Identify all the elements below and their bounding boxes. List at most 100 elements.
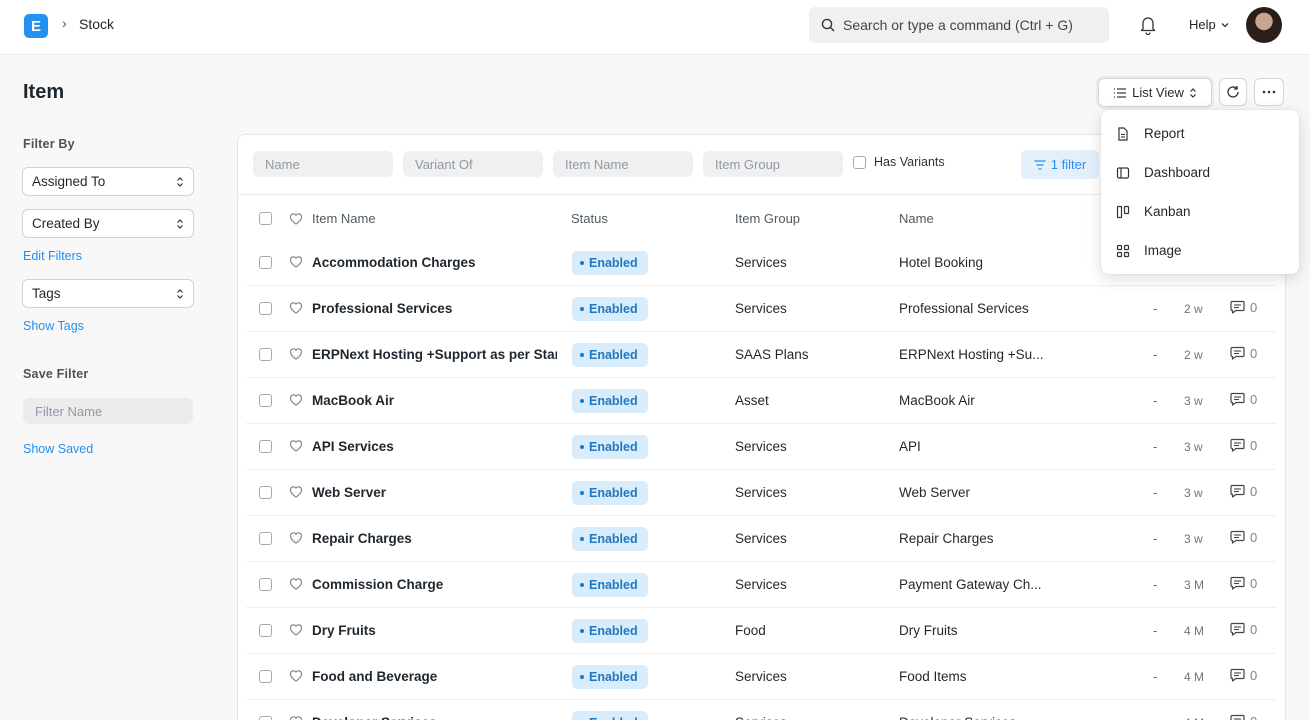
search-input[interactable] xyxy=(843,17,1103,33)
assigned-to-select[interactable]: Assigned To xyxy=(22,167,194,196)
menu-item-report[interactable]: Report xyxy=(1101,114,1299,153)
refresh-button[interactable] xyxy=(1219,78,1247,106)
created-by-select[interactable]: Created By xyxy=(22,209,194,238)
comment-icon[interactable] xyxy=(1230,668,1245,682)
row-checkbox[interactable] xyxy=(259,578,272,591)
row-checkbox[interactable] xyxy=(259,486,272,499)
column-header-name[interactable]: Name xyxy=(899,211,934,226)
table-row[interactable]: Web Server Enabled Services Web Server - 3 w 0 xyxy=(246,470,1276,516)
comment-count: 0 xyxy=(1250,530,1258,545)
comment-icon[interactable] xyxy=(1230,346,1245,360)
comment-icon[interactable] xyxy=(1230,530,1245,544)
item-name-link[interactable]: Commission Charge xyxy=(312,577,557,592)
table-row[interactable]: Professional Services Enabled Services Prof… xyxy=(246,286,1276,332)
status-badge: Enabled xyxy=(572,665,648,689)
kanban-icon xyxy=(1116,205,1130,218)
row-checkbox[interactable] xyxy=(259,716,272,720)
comment-icon[interactable] xyxy=(1230,714,1245,720)
item-group-cell: Services xyxy=(735,577,787,592)
table-row[interactable]: Repair Charges Enabled Services Repair Char… xyxy=(246,516,1276,562)
has-variants-filter[interactable]: Has Variants xyxy=(853,155,945,169)
row-checkbox[interactable] xyxy=(259,624,272,637)
comment-icon[interactable] xyxy=(1230,576,1245,590)
show-tags-link[interactable]: Show Tags xyxy=(23,319,84,333)
comment-icon[interactable] xyxy=(1230,484,1245,498)
app-logo[interactable]: E xyxy=(24,14,48,38)
row-checkbox[interactable] xyxy=(259,256,272,269)
table-row[interactable]: ERPNext Hosting +Support as per Standard… xyxy=(246,332,1276,378)
heart-icon[interactable] xyxy=(289,255,303,268)
item-name-link[interactable]: Dry Fruits xyxy=(312,623,557,638)
filter-button[interactable]: 1 filter xyxy=(1021,150,1099,179)
status-badge: Enabled xyxy=(572,343,648,367)
item-group-cell: Services xyxy=(735,485,787,500)
item-group-filter-input[interactable] xyxy=(703,151,843,177)
more-actions-button[interactable] xyxy=(1254,78,1284,106)
row-checkbox[interactable] xyxy=(259,348,272,361)
heart-icon[interactable] xyxy=(289,485,303,498)
modified-time: 4 M xyxy=(1184,716,1204,720)
item-name-link[interactable]: Repair Charges xyxy=(312,531,557,546)
item-name-link[interactable]: MacBook Air xyxy=(312,393,557,408)
item-name-link[interactable]: Developer Services xyxy=(312,715,557,720)
filter-name-input[interactable] xyxy=(23,398,193,424)
show-saved-link[interactable]: Show Saved xyxy=(23,442,93,456)
table-row[interactable]: Food and Beverage Enabled Services Food Ite… xyxy=(246,654,1276,700)
heart-icon[interactable] xyxy=(289,393,303,406)
select-all-checkbox[interactable] xyxy=(259,212,272,225)
table-row[interactable]: Commission Charge Enabled Services Payment … xyxy=(246,562,1276,608)
status-badge: Enabled xyxy=(572,481,648,505)
list-view-button[interactable]: List View xyxy=(1098,78,1212,107)
comment-icon[interactable] xyxy=(1230,300,1245,314)
row-checkbox[interactable] xyxy=(259,394,272,407)
table-row[interactable]: Dry Fruits Enabled Food Dry Fruits - 4 M 0 xyxy=(246,608,1276,654)
heart-icon[interactable] xyxy=(289,623,303,636)
variant-of-filter-input[interactable] xyxy=(403,151,543,177)
status-badge: Enabled xyxy=(572,251,648,275)
tags-select[interactable]: Tags xyxy=(22,279,194,308)
row-checkbox[interactable] xyxy=(259,302,272,315)
column-header-status[interactable]: Status xyxy=(571,211,608,226)
bell-icon[interactable] xyxy=(1139,15,1157,35)
heart-icon[interactable] xyxy=(289,577,303,590)
avatar[interactable] xyxy=(1246,7,1282,43)
comment-icon[interactable] xyxy=(1230,392,1245,406)
breadcrumb-stock[interactable]: Stock xyxy=(79,16,114,32)
menu-item-image[interactable]: Image xyxy=(1101,231,1299,270)
row-checkbox[interactable] xyxy=(259,440,272,453)
item-name-link[interactable]: Food and Beverage xyxy=(312,669,557,684)
comment-icon[interactable] xyxy=(1230,622,1245,636)
item-name-link[interactable]: ERPNext Hosting +Support as per Standard xyxy=(312,347,557,362)
column-header-item-group[interactable]: Item Group xyxy=(735,211,800,226)
modified-time: 3 w xyxy=(1184,394,1203,408)
modified-time: 2 w xyxy=(1184,348,1203,362)
help-menu[interactable]: Help xyxy=(1189,17,1230,32)
name-filter-input[interactable] xyxy=(253,151,393,177)
row-checkbox[interactable] xyxy=(259,670,272,683)
comment-icon[interactable] xyxy=(1230,438,1245,452)
menu-item-dashboard[interactable]: Dashboard xyxy=(1101,153,1299,192)
heart-icon[interactable] xyxy=(289,347,303,360)
heart-icon xyxy=(289,213,303,225)
search-bar[interactable] xyxy=(809,7,1109,43)
item-name-filter-input[interactable] xyxy=(553,151,693,177)
table-row[interactable]: Developer Services Enabled Services Develop… xyxy=(246,700,1276,720)
sort-arrows-icon xyxy=(177,288,183,299)
menu-item-kanban[interactable]: Kanban xyxy=(1101,192,1299,231)
edit-filters-link[interactable]: Edit Filters xyxy=(23,249,82,263)
item-name-link[interactable]: Accommodation Charges xyxy=(312,255,557,270)
heart-icon[interactable] xyxy=(289,439,303,452)
heart-icon[interactable] xyxy=(289,715,303,720)
column-header-item-name[interactable]: Item Name xyxy=(312,211,376,226)
item-name-link[interactable]: API Services xyxy=(312,439,557,454)
row-checkbox[interactable] xyxy=(259,532,272,545)
table-row[interactable]: MacBook Air Enabled Asset MacBook Air - 3 w 0 xyxy=(246,378,1276,424)
table-row[interactable]: API Services Enabled Services API - 3 w 0 xyxy=(246,424,1276,470)
heart-icon[interactable] xyxy=(289,669,303,682)
item-name-link[interactable]: Web Server xyxy=(312,485,557,500)
has-variants-checkbox[interactable] xyxy=(853,155,866,169)
item-name-link[interactable]: Professional Services xyxy=(312,301,557,316)
heart-icon[interactable] xyxy=(289,531,303,544)
heart-icon[interactable] xyxy=(289,301,303,314)
name-cell: Developer Services xyxy=(899,715,1049,720)
